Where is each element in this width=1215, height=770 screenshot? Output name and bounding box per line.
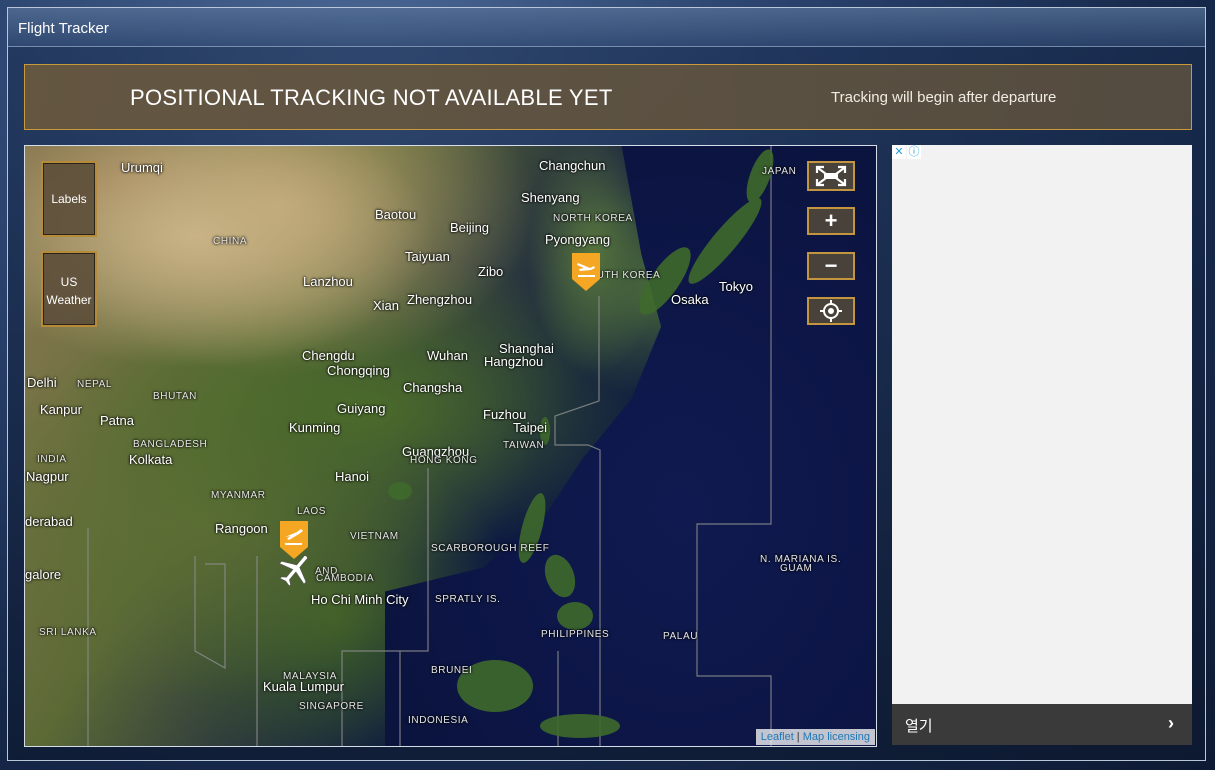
map-label-changchun: Changchun	[539, 158, 606, 173]
map-label-hcmc: Ho Chi Minh City	[311, 592, 409, 607]
crosshair-icon	[820, 300, 842, 322]
map-label-spratly: SPRATLY IS.	[435, 594, 501, 605]
tracking-status-note: Tracking will begin after departure	[831, 89, 1057, 106]
map-label-taiwan: TAIWAN	[503, 440, 545, 451]
map-label-tokyo: Tokyo	[719, 279, 753, 294]
ad-open-label: 열기	[905, 718, 933, 735]
locate-button[interactable]	[807, 297, 855, 325]
map-label-nepal: NEPAL	[77, 379, 113, 390]
map-label-india: INDIA	[37, 454, 67, 465]
map-label-kolkata: Kolkata	[129, 452, 173, 467]
attribution-separator: |	[793, 731, 803, 743]
fullscreen-button[interactable]	[807, 161, 855, 191]
map-label-kuala-lumpur: Kuala Lumpur	[263, 679, 344, 694]
zoom-in-button[interactable]: +	[807, 207, 855, 235]
map-label-zhengzhou: Zhengzhou	[407, 292, 473, 307]
map-label-bangladesh: BANGLADESH	[133, 439, 208, 450]
flight-map[interactable]: Urumqi Changchun JAPAN Shenyang Baotou N…	[24, 145, 877, 747]
map-label-hangzhou: Hangzhou	[484, 354, 544, 369]
map-label-guiyang: Guiyang	[337, 401, 386, 416]
map-label-xian: Xian	[373, 298, 400, 313]
map-label-rangoon: Rangoon	[215, 521, 268, 536]
map-label-hanoi: Hanoi	[335, 469, 369, 484]
labels-toggle-button[interactable]: Labels	[41, 161, 97, 237]
map-label-bhutan: BHUTAN	[153, 391, 197, 402]
map-label-palau: PALAU	[663, 631, 699, 642]
map-label-cambodia: CAMBODIA	[316, 573, 375, 584]
us-weather-label-line1: US	[60, 275, 78, 289]
arrival-airport-icon[interactable]	[570, 251, 602, 293]
map-label-scarborough: SCARBOROUGH REEF	[431, 543, 550, 554]
map-label-delhi: Delhi	[27, 375, 57, 390]
map-label-north-korea: NORTH KOREA	[553, 213, 633, 224]
window-title: Flight Tracker	[18, 20, 109, 37]
map-label-sri-lanka: SRI LANKA	[39, 627, 97, 638]
map-label-chongqing: Chongqing	[327, 363, 390, 378]
airplane-icon	[279, 555, 308, 587]
us-weather-toggle-button[interactable]: US Weather	[41, 251, 97, 327]
flight-tracker-window: Flight Tracker POSITIONAL TRACKING NOT A…	[7, 7, 1206, 761]
map-attribution: Leaflet | Map licensing	[755, 729, 875, 745]
map-label-baotou: Baotou	[375, 207, 417, 222]
leaflet-link[interactable]: Leaflet	[761, 731, 794, 743]
zoom-out-button[interactable]: −	[807, 252, 855, 280]
map-label-laos: LAOS	[297, 506, 327, 517]
advertisement-panel[interactable]: ✕ ⓘ 열기 ›	[892, 145, 1192, 745]
map-label-guam: GUAM	[780, 563, 813, 574]
tracking-status-heading: POSITIONAL TRACKING NOT AVAILABLE YET	[130, 85, 613, 110]
map-label-indonesia: INDONESIA	[408, 715, 469, 726]
ad-info-icon[interactable]: ⓘ	[907, 145, 921, 159]
map-label-vietnam: VIETNAM	[350, 531, 399, 542]
map-label-lanzhou: Lanzhou	[303, 274, 353, 289]
ad-open-bar[interactable]: 열기 ›	[892, 704, 1192, 745]
us-weather-label-line2: Weather	[46, 293, 92, 307]
map-label-kunming: Kunming	[289, 420, 341, 435]
map-label-shenyang: Shenyang	[521, 190, 580, 205]
map-label-hyderabad: derabad	[25, 514, 73, 529]
map-label-singapore: SINGAPORE	[299, 701, 364, 712]
map-label-beijing: Beijing	[450, 220, 490, 235]
map-label-hong-kong: HONG KONG	[410, 455, 478, 466]
tracking-status-banner: POSITIONAL TRACKING NOT AVAILABLE YET Tr…	[24, 64, 1192, 130]
chevron-right-icon: ›	[1168, 713, 1174, 733]
map-label-osaka: Osaka	[671, 292, 709, 307]
fullscreen-icon	[815, 165, 847, 187]
map-label-changsha: Changsha	[403, 380, 463, 395]
map-label-taipei: Taipei	[513, 420, 547, 435]
map-label-philippines: PHILIPPINES	[541, 629, 610, 640]
map-label-chengdu: Chengdu	[302, 348, 355, 363]
ad-close-icon[interactable]: ✕	[892, 145, 906, 159]
map-label-zibo: Zibo	[478, 264, 504, 279]
map-label-wuhan: Wuhan	[427, 348, 468, 363]
map-label-myanmar: MYANMAR	[211, 490, 266, 501]
map-label-taiyuan: Taiyuan	[405, 249, 450, 264]
map-label-nagpur: Nagpur	[26, 469, 69, 484]
map-label-kanpur: Kanpur	[40, 402, 82, 417]
map-label-brunei: BRUNEI	[431, 665, 473, 676]
map-label-china: CHINA	[213, 236, 248, 247]
title-bar: Flight Tracker	[8, 8, 1205, 47]
map-label-patna: Patna	[100, 413, 134, 428]
ad-choices: ✕ ⓘ	[892, 145, 921, 159]
map-label-urumqi: Urumqi	[121, 160, 163, 175]
labels-toggle-label: Labels	[51, 192, 87, 206]
map-licensing-link[interactable]: Map licensing	[803, 731, 870, 743]
map-label-bangalore: galore	[25, 567, 62, 582]
map-label-japan: JAPAN	[762, 166, 797, 177]
map-label-pyongyang: Pyongyang	[545, 232, 611, 247]
